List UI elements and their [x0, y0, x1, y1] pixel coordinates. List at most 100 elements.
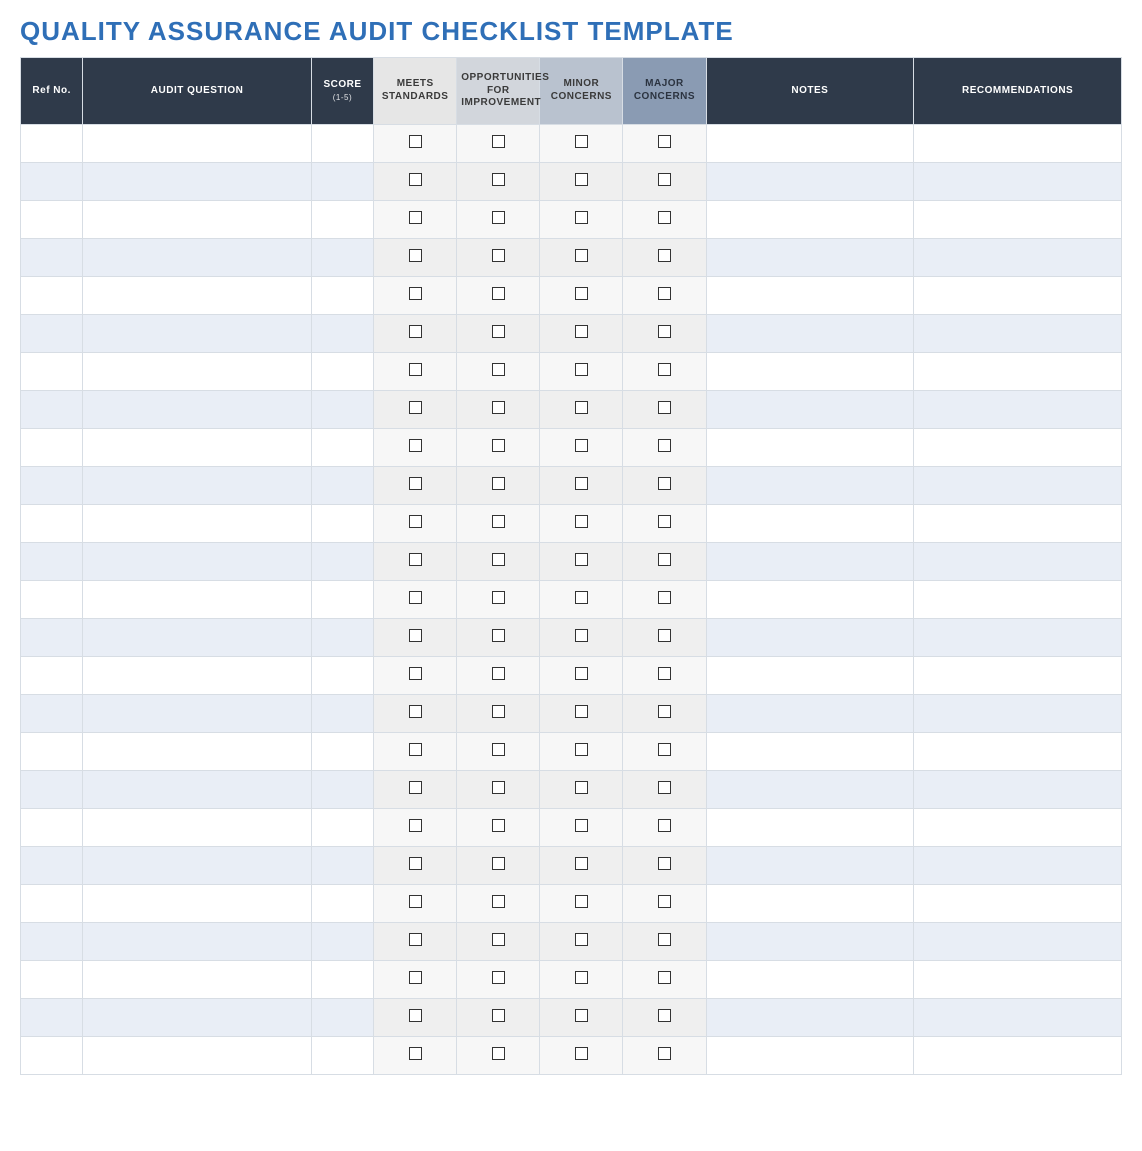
cell-score[interactable]	[311, 960, 373, 998]
checkbox-icon[interactable]	[409, 401, 422, 414]
checkbox-icon[interactable]	[492, 819, 505, 832]
checkbox-icon[interactable]	[575, 363, 588, 376]
cell-ref[interactable]	[21, 542, 83, 580]
checkbox-icon[interactable]	[658, 173, 671, 186]
checkbox-icon[interactable]	[409, 591, 422, 604]
cell-ref[interactable]	[21, 428, 83, 466]
checkbox-icon[interactable]	[492, 553, 505, 566]
cell-recommendations[interactable]	[914, 694, 1122, 732]
checkbox-icon[interactable]	[409, 933, 422, 946]
checkbox-icon[interactable]	[658, 629, 671, 642]
checkbox-icon[interactable]	[575, 211, 588, 224]
cell-ref[interactable]	[21, 466, 83, 504]
cell-recommendations[interactable]	[914, 960, 1122, 998]
cell-ref[interactable]	[21, 162, 83, 200]
cell-ref[interactable]	[21, 884, 83, 922]
checkbox-icon[interactable]	[658, 135, 671, 148]
cell-notes[interactable]	[706, 580, 914, 618]
cell-notes[interactable]	[706, 390, 914, 428]
cell-question[interactable]	[83, 884, 312, 922]
checkbox-icon[interactable]	[492, 173, 505, 186]
cell-score[interactable]	[311, 238, 373, 276]
cell-question[interactable]	[83, 466, 312, 504]
cell-score[interactable]	[311, 504, 373, 542]
cell-ref[interactable]	[21, 124, 83, 162]
checkbox-icon[interactable]	[575, 971, 588, 984]
cell-notes[interactable]	[706, 314, 914, 352]
cell-score[interactable]	[311, 656, 373, 694]
cell-recommendations[interactable]	[914, 732, 1122, 770]
checkbox-icon[interactable]	[409, 857, 422, 870]
cell-score[interactable]	[311, 1036, 373, 1074]
checkbox-icon[interactable]	[658, 287, 671, 300]
checkbox-icon[interactable]	[492, 477, 505, 490]
checkbox-icon[interactable]	[575, 477, 588, 490]
checkbox-icon[interactable]	[492, 1009, 505, 1022]
cell-recommendations[interactable]	[914, 428, 1122, 466]
cell-notes[interactable]	[706, 542, 914, 580]
checkbox-icon[interactable]	[575, 1009, 588, 1022]
cell-ref[interactable]	[21, 200, 83, 238]
checkbox-icon[interactable]	[492, 895, 505, 908]
cell-question[interactable]	[83, 200, 312, 238]
checkbox-icon[interactable]	[658, 553, 671, 566]
cell-ref[interactable]	[21, 276, 83, 314]
checkbox-icon[interactable]	[409, 211, 422, 224]
cell-notes[interactable]	[706, 770, 914, 808]
checkbox-icon[interactable]	[492, 667, 505, 680]
cell-notes[interactable]	[706, 428, 914, 466]
cell-score[interactable]	[311, 314, 373, 352]
cell-question[interactable]	[83, 998, 312, 1036]
cell-question[interactable]	[83, 504, 312, 542]
checkbox-icon[interactable]	[492, 287, 505, 300]
checkbox-icon[interactable]	[575, 819, 588, 832]
cell-question[interactable]	[83, 922, 312, 960]
cell-score[interactable]	[311, 124, 373, 162]
cell-recommendations[interactable]	[914, 770, 1122, 808]
checkbox-icon[interactable]	[575, 933, 588, 946]
checkbox-icon[interactable]	[575, 667, 588, 680]
cell-recommendations[interactable]	[914, 884, 1122, 922]
cell-recommendations[interactable]	[914, 808, 1122, 846]
checkbox-icon[interactable]	[409, 895, 422, 908]
cell-ref[interactable]	[21, 314, 83, 352]
checkbox-icon[interactable]	[575, 515, 588, 528]
cell-recommendations[interactable]	[914, 922, 1122, 960]
cell-score[interactable]	[311, 428, 373, 466]
cell-recommendations[interactable]	[914, 390, 1122, 428]
checkbox-icon[interactable]	[409, 287, 422, 300]
checkbox-icon[interactable]	[409, 743, 422, 756]
checkbox-icon[interactable]	[658, 743, 671, 756]
cell-score[interactable]	[311, 770, 373, 808]
checkbox-icon[interactable]	[409, 971, 422, 984]
checkbox-icon[interactable]	[492, 933, 505, 946]
cell-ref[interactable]	[21, 846, 83, 884]
checkbox-icon[interactable]	[409, 629, 422, 642]
checkbox-icon[interactable]	[575, 781, 588, 794]
checkbox-icon[interactable]	[658, 363, 671, 376]
checkbox-icon[interactable]	[658, 515, 671, 528]
checkbox-icon[interactable]	[658, 401, 671, 414]
cell-recommendations[interactable]	[914, 1036, 1122, 1074]
cell-ref[interactable]	[21, 618, 83, 656]
cell-ref[interactable]	[21, 694, 83, 732]
checkbox-icon[interactable]	[409, 667, 422, 680]
checkbox-icon[interactable]	[658, 1047, 671, 1060]
cell-question[interactable]	[83, 276, 312, 314]
cell-score[interactable]	[311, 694, 373, 732]
cell-notes[interactable]	[706, 846, 914, 884]
cell-score[interactable]	[311, 808, 373, 846]
checkbox-icon[interactable]	[409, 249, 422, 262]
cell-ref[interactable]	[21, 960, 83, 998]
checkbox-icon[interactable]	[658, 211, 671, 224]
checkbox-icon[interactable]	[658, 477, 671, 490]
cell-score[interactable]	[311, 542, 373, 580]
cell-notes[interactable]	[706, 960, 914, 998]
cell-recommendations[interactable]	[914, 276, 1122, 314]
checkbox-icon[interactable]	[658, 705, 671, 718]
cell-notes[interactable]	[706, 124, 914, 162]
checkbox-icon[interactable]	[658, 1009, 671, 1022]
cell-ref[interactable]	[21, 352, 83, 390]
cell-notes[interactable]	[706, 656, 914, 694]
cell-ref[interactable]	[21, 238, 83, 276]
